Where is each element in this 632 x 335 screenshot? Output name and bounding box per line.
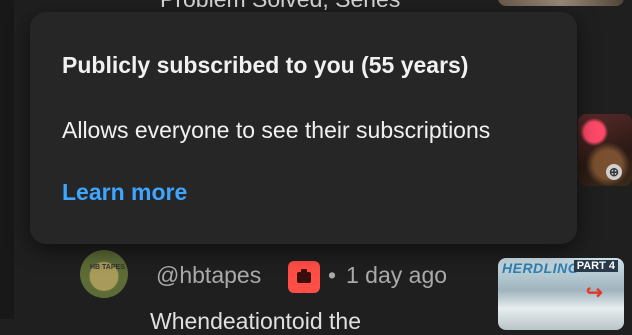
- thumbnail-brand: HERDLING: [502, 260, 580, 276]
- page-edge: [0, 0, 14, 319]
- thumbnail-part-label: PART 4: [573, 260, 618, 272]
- youtube-member-badge-icon[interactable]: [288, 261, 320, 293]
- popup-description: Allows everyone to see their subscriptio…: [62, 117, 491, 143]
- comment-text: Whendeationtoid the: [150, 308, 361, 334]
- separator-dot: •: [328, 262, 337, 288]
- learn-more-link[interactable]: Learn more: [62, 179, 187, 206]
- video-thumbnail[interactable]: ⊕: [578, 114, 632, 186]
- video-thumbnail[interactable]: HERDLING PART 4 ↪: [498, 258, 624, 330]
- video-thumbnail[interactable]: [498, 0, 624, 6]
- comment-time[interactable]: 1 day ago: [346, 262, 447, 289]
- avatar[interactable]: HB TAPES: [80, 250, 128, 298]
- badge-glyph: [297, 269, 311, 283]
- badge-icon: ⊕: [606, 164, 622, 180]
- arrow-icon: ↪: [586, 282, 603, 304]
- popup-title: Publicly subscribed to you (55 years): [62, 52, 469, 78]
- subscription-info-popup: Publicly subscribed to you (55 years) Al…: [30, 12, 577, 244]
- avatar-label: HB TAPES: [90, 264, 125, 271]
- comment-author-handle[interactable]: @hbtapes: [156, 262, 261, 289]
